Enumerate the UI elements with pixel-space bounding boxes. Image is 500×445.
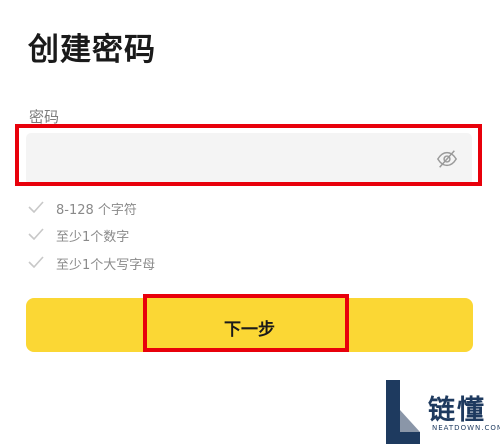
check-icon — [28, 256, 44, 268]
watermark-domain: NEATDOWN.COM — [432, 424, 500, 432]
password-input[interactable] — [26, 133, 434, 185]
rule-text: 8-128 个字符 — [56, 203, 137, 218]
rule-text: 至少1个数字 — [56, 230, 130, 245]
password-label: 密码 — [29, 108, 60, 126]
page-title: 创建密码 — [28, 32, 156, 68]
logo-l-icon — [386, 380, 420, 444]
check-icon — [28, 201, 44, 213]
watermark-text: 链懂 — [428, 395, 486, 426]
watermark-logo: 链懂 NEATDOWN.COM — [380, 374, 500, 445]
rule-text: 至少1个大写字母 — [56, 258, 156, 273]
eye-off-icon[interactable] — [436, 148, 458, 170]
check-icon — [28, 228, 44, 240]
next-button-label: 下一步 — [224, 320, 275, 339]
password-field[interactable] — [26, 133, 472, 185]
next-button[interactable]: 下一步 — [26, 298, 473, 352]
